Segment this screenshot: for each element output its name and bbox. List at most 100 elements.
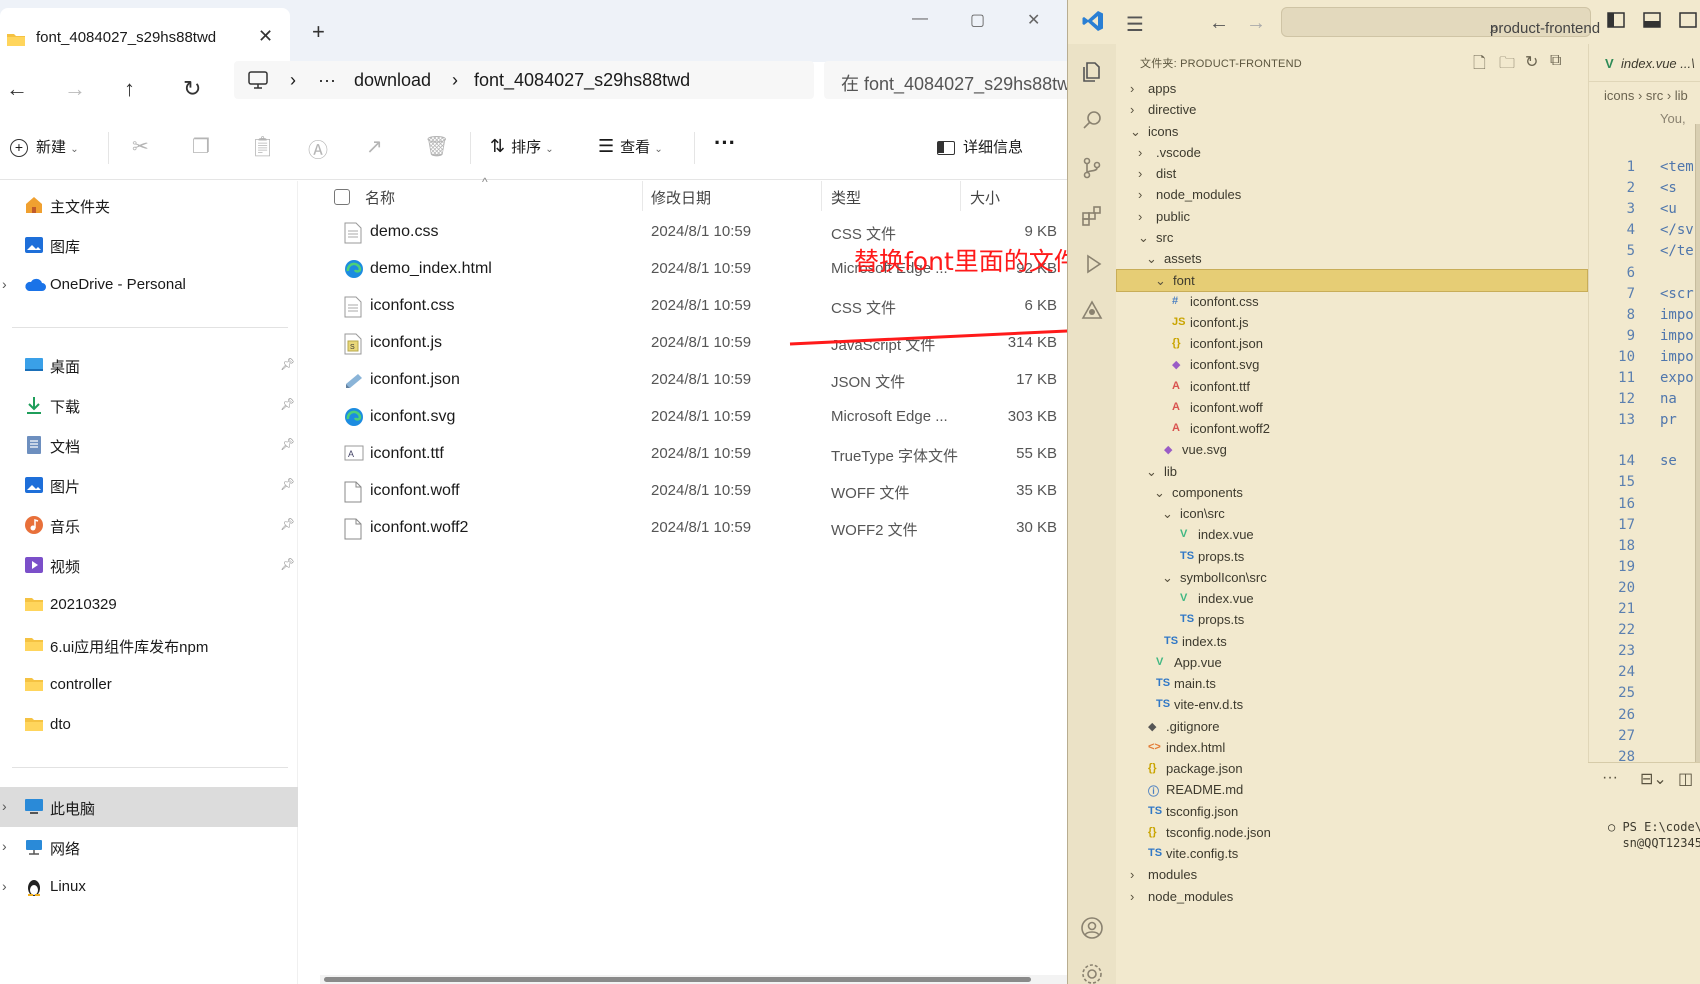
tree-item[interactable]: › node_modules	[1116, 184, 1588, 207]
code-line[interactable]: </te	[1660, 243, 1694, 259]
tree-item[interactable]: › node_modules	[1116, 886, 1588, 909]
tree-item[interactable]: TS vite-env.d.ts	[1116, 694, 1588, 717]
sidebar-item-linux[interactable]: › Linux	[0, 867, 298, 907]
code-line[interactable]: impo	[1660, 349, 1694, 365]
delete-icon[interactable]: 🗑︎	[424, 134, 449, 159]
address-bar[interactable]: › ··· download › font_4084027_s29hs88twd	[234, 61, 814, 99]
run-debug-icon[interactable]	[1080, 252, 1104, 276]
code-line[interactable]: impo	[1660, 328, 1694, 344]
tree-item[interactable]: ⌄ icons	[1116, 121, 1588, 144]
maximize-button[interactable]: ▢	[970, 10, 985, 30]
breadcrumb-current-folder[interactable]: font_4084027_s29hs88twd	[474, 70, 690, 91]
tree-item[interactable]: › public	[1116, 206, 1588, 229]
new-tab-button[interactable]: +	[312, 19, 325, 45]
tree-item[interactable]: › directive	[1116, 99, 1588, 122]
tree-item[interactable]: ◆ iconfont.svg	[1116, 354, 1588, 377]
collapse-all-icon[interactable]: ⧉	[1550, 52, 1561, 70]
back-arrow-icon[interactable]: ←	[6, 76, 28, 102]
breadcrumb-more[interactable]: ···	[318, 70, 336, 91]
settings-gear-icon[interactable]	[1080, 962, 1104, 984]
extensions-icon[interactable]	[1080, 204, 1104, 228]
tree-item[interactable]: ◆ .gitignore	[1116, 716, 1588, 739]
chevron-right-icon[interactable]: ›	[2, 878, 7, 894]
paste-icon[interactable]: 📋︎	[250, 134, 275, 159]
tree-item[interactable]: ⌄ font	[1116, 269, 1588, 293]
chevron-right-icon[interactable]: ›	[1130, 102, 1134, 117]
account-icon[interactable]	[1080, 916, 1104, 940]
search-icon[interactable]	[1080, 108, 1104, 132]
new-button[interactable]: + 新建 ⌄	[10, 136, 79, 157]
new-file-icon[interactable]: 🗋︎	[1473, 52, 1486, 79]
code-line[interactable]: na	[1660, 391, 1677, 407]
select-all-checkbox[interactable]	[334, 189, 350, 209]
tree-item[interactable]: Vindex.vue	[1116, 524, 1588, 547]
chevron-right-icon[interactable]: ›	[2, 838, 7, 854]
pin-icon[interactable]: 📌︎	[280, 477, 295, 491]
chevron-right-icon[interactable]: ›	[1130, 81, 1134, 96]
sidebar-item-home[interactable]: 主文件夹	[0, 185, 298, 225]
gitlens-icon[interactable]	[1080, 298, 1104, 322]
minimize-button[interactable]: —	[912, 10, 928, 28]
tree-item[interactable]: TS vite.config.ts	[1116, 843, 1588, 866]
code-line[interactable]: <tem	[1660, 159, 1694, 175]
sidebar-item-folder[interactable]: dto	[0, 705, 298, 745]
tree-item[interactable]: › .vscode	[1116, 142, 1588, 165]
tree-item[interactable]: ⌄ icon\src	[1116, 503, 1588, 526]
chevron-right-icon[interactable]: ›	[1138, 145, 1142, 160]
close-window-button[interactable]: ✕	[1027, 10, 1040, 30]
search-input[interactable]: 在 font_4084027_s29hs88twd	[841, 70, 1067, 96]
share-icon[interactable]: ↗	[366, 134, 383, 159]
tree-item[interactable]: Aiconfont.ttf	[1116, 376, 1588, 399]
column-divider[interactable]	[821, 181, 822, 211]
refresh-icon[interactable]: ↻	[1525, 52, 1538, 72]
horizontal-scrollbar[interactable]	[320, 975, 1067, 984]
details-pane-button[interactable]: 详细信息	[937, 136, 1023, 157]
sidebar-item-network[interactable]: › 网络	[0, 827, 298, 867]
tree-item[interactable]: {} package.json	[1116, 758, 1588, 781]
code-line[interactable]: <scr	[1660, 286, 1694, 302]
rename-icon[interactable]: Ⓐ	[308, 134, 328, 163]
pin-icon[interactable]: 📌︎	[280, 557, 295, 571]
tree-item[interactable]: {} iconfont.json	[1116, 333, 1588, 356]
tree-item[interactable]: TS props.ts	[1116, 609, 1588, 632]
tree-item[interactable]: ⓘ README.md	[1116, 779, 1588, 802]
explorer-files-icon[interactable]	[1080, 60, 1104, 84]
tree-item[interactable]: TS tsconfig.json	[1116, 801, 1588, 824]
toggle-panel-icon[interactable]	[1643, 11, 1661, 35]
tree-item[interactable]: TS index.ts	[1116, 631, 1588, 654]
tree-item[interactable]: {} tsconfig.node.json	[1116, 822, 1588, 845]
up-arrow-icon[interactable]: ↑	[124, 76, 135, 102]
column-header-date[interactable]: 修改日期	[651, 187, 711, 208]
more-options-button[interactable]: ···	[714, 130, 736, 156]
code-line[interactable]: <s	[1660, 180, 1677, 196]
chevron-right-icon[interactable]: ›	[1138, 166, 1142, 181]
editor-tab[interactable]: V index.vue ...\	[1589, 44, 1700, 82]
sidebar-item-videos[interactable]: 视频 📌︎	[0, 545, 298, 585]
chevron-right-icon[interactable]: ›	[1130, 889, 1134, 904]
file-row[interactable]: iconfont.woff 2024/8/1 10:59 WOFF 文件 35 …	[320, 473, 1067, 510]
panel-more-actions[interactable]: ···	[1602, 769, 1618, 787]
sidebar-item-music[interactable]: 音乐 📌︎	[0, 505, 298, 545]
tree-item[interactable]: V App.vue	[1116, 652, 1588, 675]
toggle-secondary-sidebar-icon[interactable]	[1679, 11, 1697, 35]
editor-breadcrumb[interactable]: icons › src › lib	[1604, 88, 1688, 103]
tree-item[interactable]: › apps	[1116, 78, 1588, 101]
code-line[interactable]: se	[1660, 453, 1677, 469]
tree-item[interactable]: ⌄ src	[1116, 227, 1588, 250]
column-header-type[interactable]: 类型	[831, 187, 861, 208]
sidebar-item-onedrive[interactable]: › OneDrive - Personal	[0, 265, 298, 305]
sidebar-item-documents[interactable]: 文档 📌︎	[0, 425, 298, 465]
file-row[interactable]: iconfont.woff2 2024/8/1 10:59 WOFF2 文件 3…	[320, 510, 1067, 547]
tree-item[interactable]: ◆ vue.svg	[1116, 439, 1588, 462]
explorer-tab[interactable]: font_4084027_s29hs88twd ✕	[0, 8, 290, 62]
tree-item[interactable]: TS props.ts	[1116, 546, 1588, 569]
chevron-right-icon[interactable]: ›	[1130, 867, 1134, 882]
tree-item[interactable]: Vindex.vue	[1116, 588, 1588, 611]
tree-item[interactable]: › dist	[1116, 163, 1588, 186]
code-line[interactable]: impo	[1660, 307, 1694, 323]
toggle-sidebar-icon[interactable]	[1607, 11, 1625, 35]
forward-arrow-icon[interactable]: →	[1246, 12, 1266, 35]
tree-item[interactable]: JS iconfont.js	[1116, 312, 1588, 335]
sidebar-item-this-pc[interactable]: › 此电脑	[0, 787, 298, 827]
editor-scrollbar[interactable]	[1695, 124, 1700, 764]
